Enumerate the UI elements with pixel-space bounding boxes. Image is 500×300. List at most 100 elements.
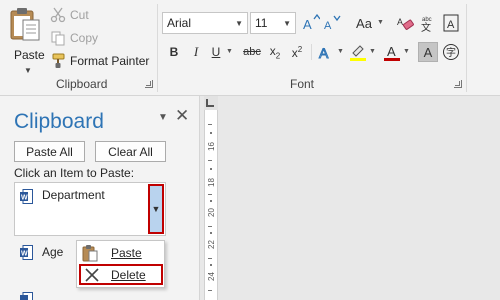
clipboard-group-label: Clipboard: [56, 77, 108, 91]
copy-button[interactable]: Copy: [50, 28, 98, 48]
shrink-font-icon: A: [324, 15, 341, 32]
text-effects-button[interactable]: A: [316, 42, 336, 62]
change-case-label: Aa: [356, 15, 372, 31]
ruler-tick: [210, 232, 212, 234]
context-menu-delete-label: Delete: [111, 267, 146, 282]
subscript-label: x2: [269, 43, 281, 61]
highlight-button[interactable]: [348, 42, 368, 62]
font-size-select[interactable]: 11 ▼: [250, 12, 296, 34]
copy-icon: [50, 30, 66, 46]
ruler-label: 24: [206, 272, 216, 281]
clear-all-button[interactable]: Clear All: [95, 141, 166, 162]
ruler-tick: [208, 124, 212, 125]
svg-text:A: A: [319, 45, 329, 61]
context-menu-delete[interactable]: Delete: [79, 264, 163, 285]
ruler-tick: [210, 264, 212, 266]
shading-letter: A: [423, 44, 433, 60]
font-name-value: Arial: [167, 16, 192, 30]
character-shading-button[interactable]: A: [418, 42, 438, 62]
word-document-icon: W: [20, 245, 33, 260]
chevron-down-icon[interactable]: ▼: [403, 48, 410, 55]
bold-button[interactable]: B: [164, 42, 184, 62]
subscript-button[interactable]: x2: [265, 42, 285, 62]
font-dialog-launcher-icon[interactable]: [454, 80, 462, 88]
context-menu-paste-label: Paste: [111, 245, 142, 260]
font-size-value: 11: [255, 16, 268, 30]
chevron-down-icon: ▼: [283, 19, 291, 28]
ribbon: Paste ▼ Cut Copy Format Painter Clipboar…: [0, 0, 500, 96]
svg-text:A: A: [447, 19, 455, 31]
clipboard-paste-icon: [79, 243, 101, 263]
pane-title: Clipboard: [14, 110, 104, 133]
format-painter-button[interactable]: Format Painter: [50, 51, 149, 71]
ruler-label: 22: [206, 240, 216, 249]
chevron-down-icon: ▼: [151, 204, 161, 214]
highlighter-icon: [350, 45, 366, 61]
shrink-font-button[interactable]: A: [322, 13, 342, 33]
paintbrush-icon: [50, 53, 66, 69]
document-area[interactable]: [200, 96, 500, 300]
instruction-text: Click an Item to Paste:: [14, 166, 135, 180]
group-separator: [311, 44, 312, 60]
underline-button[interactable]: U: [206, 42, 226, 62]
delete-x-icon: [81, 265, 103, 285]
change-case-button[interactable]: Aa: [352, 13, 376, 33]
ruler-tick: [208, 194, 212, 195]
italic-button[interactable]: I: [186, 42, 206, 62]
ruler-label: 16: [206, 142, 216, 151]
chevron-down-icon: ▼: [235, 19, 243, 28]
clipboard-dialog-launcher-icon[interactable]: [145, 80, 153, 88]
ruler-tick: [208, 160, 212, 161]
copy-label: Copy: [70, 31, 99, 45]
ruler-tick: [210, 168, 212, 170]
strikethrough-button[interactable]: abc: [240, 42, 264, 62]
svg-text:A: A: [397, 17, 403, 27]
chevron-down-icon[interactable]: ▼: [377, 19, 384, 26]
grow-font-button[interactable]: A: [301, 13, 321, 33]
grow-font-icon: A: [303, 14, 320, 32]
word-document-icon: W: [20, 189, 33, 204]
underline-label: U: [211, 45, 221, 59]
font-color-button[interactable]: A: [382, 42, 402, 62]
cut-label: Cut: [70, 8, 89, 22]
paste-all-button[interactable]: Paste All: [14, 141, 85, 162]
font-name-select[interactable]: Arial ▼: [162, 12, 248, 34]
superscript-button[interactable]: x2: [287, 42, 307, 62]
clear-formatting-button[interactable]: A: [396, 13, 416, 33]
ruler-tick: [210, 200, 212, 202]
vertical-ruler[interactable]: [204, 96, 218, 300]
cut-button[interactable]: Cut: [50, 5, 89, 25]
context-menu-paste[interactable]: Paste: [79, 242, 163, 263]
enclose-characters-icon: 字: [443, 44, 459, 60]
close-icon[interactable]: ✕: [175, 106, 189, 126]
font-group-label: Font: [290, 77, 315, 91]
chevron-down-icon[interactable]: ▼: [369, 48, 376, 55]
word-document-icon: [20, 292, 33, 300]
pane-options-chevron-icon[interactable]: ▼: [158, 112, 168, 123]
paste-button[interactable]: Paste ▼: [4, 6, 45, 75]
chevron-down-icon[interactable]: ▼: [337, 48, 344, 55]
svg-text:W: W: [21, 251, 28, 258]
character-border-button[interactable]: A: [441, 13, 461, 33]
svg-text:W: W: [21, 195, 28, 202]
group-separator: [157, 4, 158, 92]
svg-text:A: A: [387, 44, 396, 59]
phonetic-guide-button[interactable]: abc 文: [418, 13, 438, 33]
item-dropdown-button[interactable]: ▼: [148, 184, 164, 234]
chevron-down-icon[interactable]: ▼: [226, 48, 233, 55]
svg-text:A: A: [303, 17, 312, 32]
bold-label: B: [169, 45, 179, 59]
svg-text:字: 字: [446, 46, 456, 59]
chevron-down-icon[interactable]: ▼: [24, 66, 32, 75]
item-context-menu: Paste Delete: [76, 240, 165, 288]
clipboard-item-text: Department: [42, 188, 105, 202]
format-painter-label: Format Painter: [70, 54, 150, 68]
phonetic-guide-icon: abc文: [421, 17, 432, 32]
superscript-label: x2: [291, 44, 303, 60]
ruler-margin-marker-icon[interactable]: [206, 99, 214, 107]
clipboard-item-text[interactable]: Age: [42, 245, 63, 259]
paste-all-label: Paste All: [26, 144, 73, 159]
enclose-characters-button[interactable]: 字: [441, 42, 461, 62]
character-border-icon: A: [443, 14, 459, 32]
svg-text:A: A: [324, 20, 332, 32]
